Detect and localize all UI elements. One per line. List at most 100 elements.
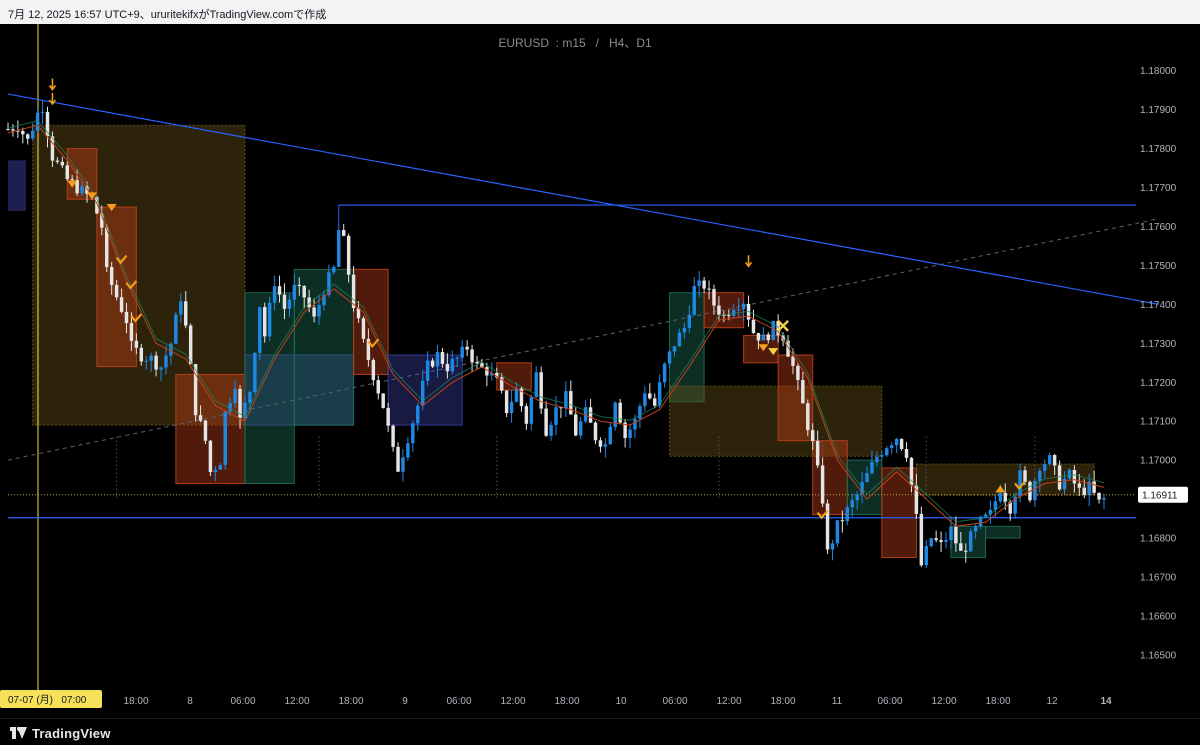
candle-body [815, 441, 820, 466]
arrow-down-icon [48, 78, 57, 91]
candle-body [361, 318, 366, 339]
candle-body [381, 393, 385, 408]
candle-body [302, 286, 306, 298]
candle-body [504, 390, 509, 414]
candle-body [939, 540, 943, 542]
candle-body [524, 406, 529, 424]
candle-body [889, 445, 894, 449]
time-tick-label: 14 [1100, 696, 1112, 707]
candle-body [667, 351, 672, 364]
price-tick-label: 1.17200 [1140, 378, 1177, 389]
candle-body [959, 543, 963, 551]
candle-body [80, 186, 84, 194]
candle-body [717, 305, 721, 315]
candle-body [801, 380, 805, 404]
candle-body [593, 422, 598, 441]
candle-body [184, 301, 188, 326]
candle-body [662, 363, 667, 383]
price-chart[interactable]: EURUSD : m15 / H4、D1 1.18000 1.17900 1.178… [0, 24, 1200, 718]
price-tick-label: 1.17300 [1140, 339, 1177, 350]
time-tick-label: 06:00 [446, 696, 471, 707]
candle-body [633, 418, 637, 430]
candle-body [1052, 455, 1057, 466]
candle-body [450, 358, 455, 372]
candle-body [297, 284, 302, 287]
candle-body [875, 456, 879, 463]
candle-body [880, 455, 884, 457]
candle-body [539, 372, 543, 409]
candle-body [233, 388, 237, 404]
chart-footer: TradingView [0, 718, 1200, 745]
candle-body [544, 408, 548, 436]
candle-body [228, 403, 232, 412]
candle-body [741, 303, 746, 310]
candle-body [6, 129, 10, 131]
candle-body [638, 406, 642, 419]
candle-body [11, 129, 15, 131]
candle-body [569, 391, 573, 415]
candle-body [312, 307, 316, 317]
tradingview-brand: TradingView [32, 725, 111, 741]
candle-body [1047, 455, 1052, 465]
candle-body [1038, 470, 1042, 482]
candle-body [583, 407, 588, 422]
time-tick-label: 12 [1046, 696, 1058, 707]
candle-body [337, 230, 341, 267]
zone-box [669, 385, 883, 457]
candle-body [964, 550, 968, 552]
candle-body [179, 301, 183, 315]
chart-title: EURUSD : m15 / H4、D1 [498, 36, 652, 50]
candle-body [346, 235, 351, 275]
candle-body [672, 346, 677, 352]
candle-body [806, 403, 810, 431]
candle-body [810, 430, 815, 442]
candle-body [159, 367, 163, 370]
candle-body [1062, 478, 1067, 490]
candle-body [188, 325, 193, 365]
candle-body [109, 267, 114, 285]
candle-body [687, 314, 692, 328]
candle-body [430, 360, 435, 367]
header-caption: 7月 12, 2025 16:57 UTC+9、ururitekifxがTrad… [8, 9, 327, 21]
candle-body [835, 520, 840, 544]
candle-body [223, 411, 227, 466]
candle-body [954, 526, 958, 544]
candle-body [40, 111, 45, 113]
candle-body [509, 401, 514, 414]
time-tick-label: 8 [187, 696, 193, 707]
screenshot-header: 7月 12, 2025 16:57 UTC+9、ururitekifxがTrad… [0, 0, 1200, 25]
candle-body [282, 294, 287, 309]
candle-body [514, 388, 519, 402]
time-tick-label: 06:00 [230, 696, 255, 707]
candle-body [174, 314, 178, 344]
time-axis: 18:00 8 06:00 12:00 18:00 9 06:00 12:00 18:00 10 0… [123, 696, 1112, 707]
candle-body [386, 407, 390, 426]
candle-body [1102, 497, 1106, 500]
candle-body [218, 465, 223, 470]
candle-body [707, 288, 711, 290]
time-tick-label: 12:00 [931, 696, 956, 707]
candle-body [208, 440, 213, 472]
time-tick-label: 11 [832, 696, 843, 707]
candle-body [628, 429, 632, 438]
price-axis: 1.18000 1.17900 1.17800 1.17700 1.17600 1.175… [1140, 66, 1177, 661]
candle-body [949, 526, 953, 541]
arrow-down-icon [48, 92, 57, 106]
candle-body [574, 414, 578, 436]
price-tick-label: 1.17400 [1140, 300, 1177, 311]
time-tick-label: 18:00 [554, 696, 579, 707]
candle-body [968, 531, 973, 552]
candle-body [253, 352, 257, 392]
candle-body [578, 421, 583, 436]
chart-frame[interactable]: EURUSD : m15 / H4、D1 1.18000 1.17900 1.178… [0, 24, 1200, 718]
candle-body [287, 299, 292, 309]
candle-body [727, 314, 731, 316]
time-tick-label: 12:00 [500, 696, 525, 707]
candle-body [149, 355, 153, 361]
candle-body [21, 130, 25, 135]
candle-body [934, 538, 938, 541]
time-tick-label: 12:00 [716, 696, 741, 707]
candle-body [702, 280, 706, 289]
candle-body [124, 311, 129, 324]
tradingview-logo[interactable]: TradingView [10, 725, 111, 741]
